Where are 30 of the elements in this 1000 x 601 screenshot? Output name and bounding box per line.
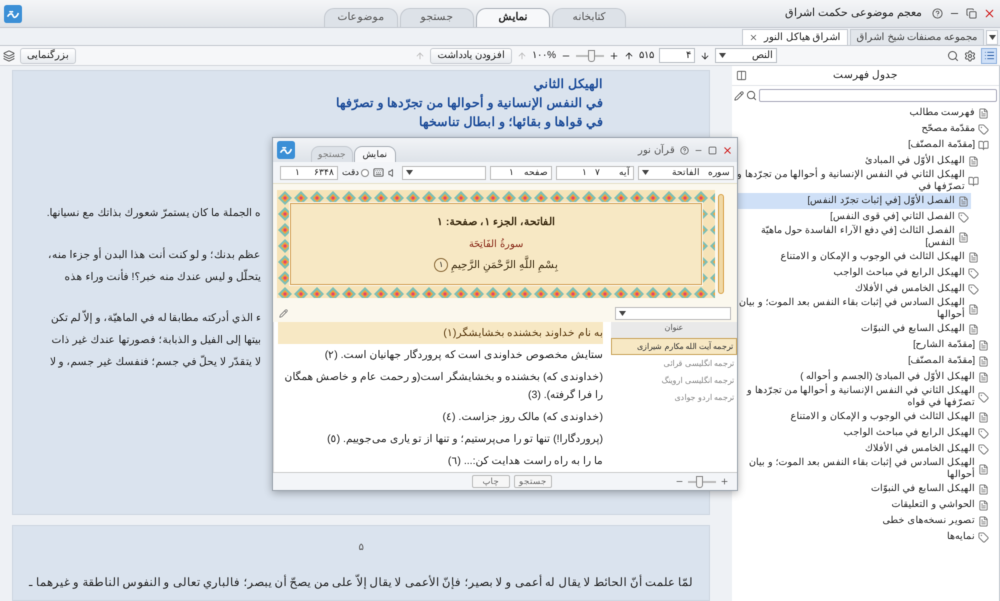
panel-title: جدول فهرست: [833, 68, 898, 83]
body-text-line: ء الذي أدركته مطابقا له في الماهيّة، و إلاّ لم تكن: [19, 311, 261, 327]
page-number: ۵: [358, 541, 364, 555]
ayah-number: ۱: [582, 166, 587, 179]
body-text-line: لا يتقدّر لا يحلّ في جسم؛ فنفسك غير جسم، و لا: [48, 354, 261, 370]
body-text-line: عظم بدنك؛ و لو كنت أنت هذا البدن أو جزءا منه،: [46, 248, 261, 263]
total-count: ۶۳۴۸: [314, 166, 334, 179]
current-number: ۱: [295, 166, 300, 179]
body-text-line: يتحلّل و ليس عندك منه خبر؟! فأنت وراء هذه: [64, 270, 261, 285]
field-label: آیه: [618, 166, 630, 179]
column-header: عنوان: [611, 322, 737, 338]
section-heading: في قواها و بقائها؛ و ابطال تناسخها: [418, 114, 603, 132]
page-number: ۱: [509, 166, 514, 179]
body-text-line: لمّا علمت أنّ الحائط لا يقال له أعمى و لا بصير؛ فإنّ الأعمى لا يقال إلاّ على من يصحّ أن يبصر؛ فالباري تعالى و النفوس الناطقة و غيرهما ـ: [28, 575, 694, 592]
page-count: ۵۱۵: [639, 49, 654, 63]
body-text-line: بيتها إلى الفيل و الذبابة؛ فصورتها عندك غير ذات: [50, 333, 261, 348]
checkbox-label: دقت: [342, 166, 359, 179]
verse-marker: ۱: [434, 258, 448, 272]
ayah-total: ۷: [595, 166, 600, 179]
basmala-text: بِسْمِ اللَّهِ الرَّحْمَنِ الرَّحِيمِ: [451, 258, 558, 274]
dialog-title: قرآن نور: [638, 143, 675, 158]
field-label: سوره: [707, 166, 730, 180]
surah-info: الفاتحة، الجزء ۱، صفحة: ۱: [436, 214, 556, 230]
field-label: صفحه: [524, 166, 548, 179]
surah-name: سورةُ الفَاتِحَة: [469, 237, 523, 252]
window-title: معجم موضوعی حکمت اشراق: [784, 6, 922, 22]
section-heading: في النفس الإنسانية و أحوالها من تجرّدها و تصرّفها: [335, 94, 603, 112]
zoom-reading: ۱۰۰%: [532, 49, 556, 63]
body-text-line: ه الجملة ما كان يستمرّ شعورك بذاتك مع نسيانها.: [46, 206, 261, 221]
section-heading: الهيكل الثاني: [532, 76, 603, 94]
